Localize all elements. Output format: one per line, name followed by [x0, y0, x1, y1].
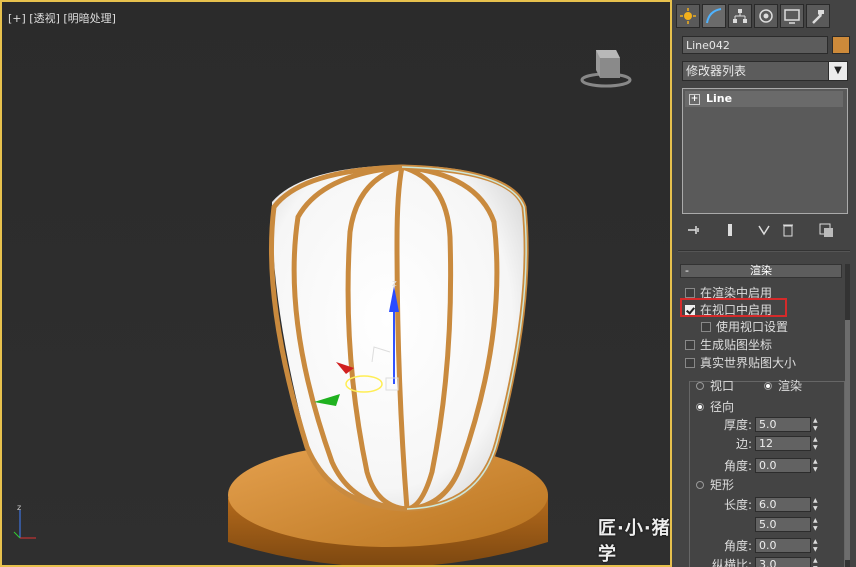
- angle-row: 角度: 0.0 ▲ ▼: [702, 457, 822, 474]
- real-world-map-size-label: 真实世界贴图大小: [700, 356, 797, 370]
- motion-tab-icon: [759, 9, 773, 23]
- rect-angle-spinner-icon[interactable]: ▲ ▼: [813, 538, 822, 553]
- length-spinner-icon[interactable]: ▲ ▼: [813, 497, 822, 512]
- scrollbar-thumb[interactable]: [845, 320, 850, 560]
- use-viewport-settings-checkbox[interactable]: [701, 321, 711, 332]
- aspect-row: 纵横比: 3.0 ▲▼: [694, 556, 822, 567]
- real-world-map-size-checkbox[interactable]: [685, 357, 695, 368]
- use-viewport-settings-row[interactable]: 使用视口设置: [701, 318, 788, 335]
- modifier-stack[interactable]: + Line: [682, 88, 848, 214]
- rectangular-radio-row[interactable]: 矩形: [696, 476, 734, 493]
- gizmo-axis-label: z: [392, 279, 397, 289]
- radial-radio[interactable]: [696, 402, 704, 411]
- thickness-input[interactable]: 5.0: [755, 417, 811, 432]
- sides-spinner-icon[interactable]: ▲ ▼: [813, 436, 822, 451]
- sides-label: 边:: [735, 437, 752, 451]
- object-name-field[interactable]: Line042: [682, 36, 828, 54]
- rectangular-radio[interactable]: [696, 480, 704, 489]
- perspective-viewport[interactable]: z [+] [透视] [明暗处理] z 匠·小·猪·学·3D·LIN: [0, 0, 672, 567]
- thickness-row: 厚度: 5.0 ▲ ▼: [702, 416, 822, 433]
- modifier-list-dropdown[interactable]: 修改器列表 ▼: [682, 61, 848, 81]
- angle-spinner-icon[interactable]: ▲ ▼: [813, 458, 822, 473]
- renderer-radio-row[interactable]: 渲染: [764, 377, 802, 394]
- radial-radio-row[interactable]: 径向: [696, 398, 734, 415]
- modify-tab-icon: [706, 8, 722, 24]
- generate-mapping-row[interactable]: 生成贴图坐标: [685, 336, 772, 353]
- stack-toolbar: [682, 222, 848, 240]
- radial-radio-label: 径向: [710, 400, 735, 414]
- rect-angle-row: 角度: 0.0 ▲ ▼: [702, 537, 822, 554]
- panel-scrollbar[interactable]: [845, 264, 850, 567]
- scene-render[interactable]: z: [2, 2, 670, 565]
- watermark-text: 匠·小·猪·学·3D·LIN: [598, 518, 672, 565]
- viewcube-icon[interactable]: [580, 40, 632, 92]
- viewport-radio-row[interactable]: 视口: [696, 377, 734, 394]
- width-row: 5.0 ▲ ▼: [702, 517, 822, 532]
- angle-label: 角度:: [723, 459, 752, 473]
- generate-mapping-label: 生成贴图坐标: [700, 338, 773, 352]
- panel-separator: [678, 250, 850, 252]
- chevron-down-icon[interactable]: ▼: [828, 62, 847, 80]
- command-panel-tabs: [676, 4, 830, 28]
- command-panel: Line042 修改器列表 ▼ + Line - 渲染 在渲染中启用 在视口中启用…: [672, 0, 856, 567]
- axis-tripod-icon: z: [13, 503, 36, 539]
- length-input[interactable]: 6.0: [755, 497, 811, 512]
- thickness-spinner-icon[interactable]: ▲ ▼: [813, 417, 822, 432]
- viewport-radio[interactable]: [696, 381, 704, 390]
- tripod-axis-label: z: [17, 503, 21, 512]
- modifier-list-label: 修改器列表: [686, 64, 747, 78]
- highlight-box: [680, 298, 787, 317]
- object-color-swatch[interactable]: [832, 36, 850, 54]
- angle-input[interactable]: 0.0: [755, 458, 811, 473]
- length-row: 长度: 6.0 ▲ ▼: [702, 496, 822, 513]
- aspect-input[interactable]: 3.0: [755, 557, 811, 567]
- width-input[interactable]: 5.0: [755, 517, 811, 532]
- make-unique-icon[interactable]: [756, 222, 772, 238]
- utilities-tab-icon: [812, 10, 824, 24]
- configure-modifier-sets-icon[interactable]: [818, 222, 834, 238]
- display-tab-icon: [784, 9, 800, 24]
- rendering-rollout-title: 渲染: [750, 264, 772, 277]
- real-world-map-size-row[interactable]: 真实世界贴图大小: [685, 354, 796, 371]
- expand-plus-icon[interactable]: +: [689, 93, 700, 105]
- aspect-spinner-icon[interactable]: ▲▼: [813, 557, 822, 567]
- width-spinner-icon[interactable]: ▲ ▼: [813, 517, 822, 532]
- stack-item-label: Line: [706, 92, 733, 105]
- create-tab[interactable]: [676, 4, 700, 28]
- show-end-result-icon[interactable]: [722, 222, 738, 238]
- use-viewport-settings-label: 使用视口设置: [716, 320, 789, 334]
- create-tab-icon: [680, 8, 696, 24]
- generate-mapping-checkbox[interactable]: [685, 339, 695, 350]
- display-tab[interactable]: [780, 4, 804, 28]
- renderer-radio-label: 渲染: [778, 379, 803, 393]
- viewport-label[interactable]: [+] [透视] [明暗处理]: [8, 10, 116, 26]
- length-label: 长度:: [723, 498, 752, 512]
- viewport-radio-label: 视口: [710, 379, 735, 393]
- sides-input[interactable]: 12: [755, 436, 811, 451]
- rect-angle-label: 角度:: [723, 539, 752, 553]
- hierarchy-tab-icon: [733, 9, 747, 23]
- rect-angle-input[interactable]: 0.0: [755, 538, 811, 553]
- pin-stack-icon[interactable]: [686, 222, 702, 238]
- modify-tab[interactable]: [702, 4, 726, 28]
- rendering-rollout-header[interactable]: - 渲染: [680, 264, 842, 278]
- thickness-label: 厚度:: [723, 418, 752, 432]
- hierarchy-tab[interactable]: [728, 4, 752, 28]
- aspect-label: 纵横比:: [711, 558, 752, 567]
- motion-tab[interactable]: [754, 4, 778, 28]
- renderer-radio[interactable]: [764, 381, 772, 390]
- rectangular-radio-label: 矩形: [710, 478, 735, 492]
- remove-modifier-icon[interactable]: [780, 222, 796, 238]
- sides-row: 边: 12 ▲ ▼: [702, 435, 822, 452]
- enable-in-renderer-checkbox[interactable]: [685, 287, 695, 298]
- utilities-tab[interactable]: [806, 4, 830, 28]
- modifier-stack-item[interactable]: + Line: [685, 91, 843, 107]
